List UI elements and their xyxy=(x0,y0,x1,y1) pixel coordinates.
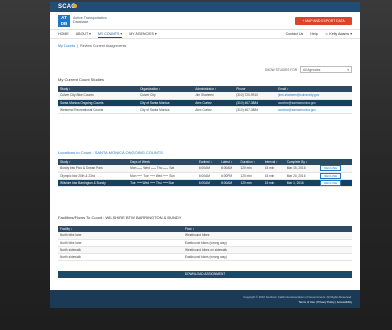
study-admin: Alex Cortez xyxy=(193,106,235,114)
breadcrumb-separator: | xyxy=(77,44,79,48)
location-latest: 6:00PM xyxy=(219,172,239,180)
study-org: Culver City xyxy=(137,92,194,100)
nav-home[interactable]: HOME xyxy=(58,32,69,38)
agency-select-value: All Agencies xyxy=(303,68,321,72)
breadcrumb-current: Review Current Assignments xyxy=(80,44,127,48)
location-name: Wilshire btw Barrington & Bundy xyxy=(58,179,129,187)
facility-flow: Eastbound bikes (wrong way) xyxy=(183,253,352,261)
table-row: North sidewalk Eastbound bikes (wrong wa… xyxy=(58,253,352,261)
studies-table: Study ↕ Organization ↕ Administrator ↕ P… xyxy=(58,86,352,114)
location-days: Mon Tue Wed Sun xyxy=(128,172,197,180)
table-row[interactable]: Olympic btw 20th & 23rd Mon Tue Wed Sun 6:0… xyxy=(58,172,352,180)
download-assignment-button[interactable]: DOWNLOAD ASSIGNMENT xyxy=(58,271,352,278)
study-phone: (310) 467-3884 xyxy=(234,106,277,114)
brand-name: Active Transportation Database xyxy=(73,16,107,24)
atdb-logo-icon[interactable]: AT DB xyxy=(58,15,70,27)
table-row-selected[interactable]: Wilshire btw Barrington & Bundy Tue Wed Th… xyxy=(58,179,352,187)
location-complete-by: Mar 1, 2016 xyxy=(284,179,319,187)
main-nav: HOME ABOUT ▾ MY COUNTS ▾ MY AGENCIES ▾ C… xyxy=(50,30,360,39)
nav-my-counts[interactable]: MY COUNTS ▾ xyxy=(97,32,123,38)
study-admin: Alex Cortez xyxy=(193,99,235,107)
location-days: Mon Wed Thu Sat xyxy=(128,165,197,173)
facility-name: North bike lane xyxy=(58,232,183,240)
location-name: Bundy btw Pico & Ocean Park xyxy=(58,165,129,173)
footer-copyright: Copyright © 2016 Southern California Ass… xyxy=(243,295,352,299)
location-interval: 15 min xyxy=(262,179,285,187)
location-name: Olympic btw 20th & 23rd xyxy=(58,172,129,180)
table-row[interactable]: Culver City Bike Counts Culver City Jim … xyxy=(58,92,352,100)
study-admin: Jim Shaheen xyxy=(193,92,235,100)
chevron-down-icon: ▾ xyxy=(347,68,349,72)
study-org: City of Santa Monica xyxy=(137,106,194,114)
table-row[interactable]: Bundy btw Pico & Ocean Park Mon Wed Thu Sat… xyxy=(58,165,352,173)
facility-flow: Eastbound bikes (wrong way) xyxy=(183,239,352,247)
facility-flow: Westbound bikes xyxy=(183,232,352,240)
facility-name: North sidewalk xyxy=(58,253,183,261)
top-bar: SCAG xyxy=(50,2,360,12)
location-earliest: 6:00AM xyxy=(196,172,220,180)
logo-dot-icon xyxy=(73,4,77,8)
nav-about[interactable]: ABOUT ▾ xyxy=(76,32,91,38)
location-latest: 8:00AM xyxy=(219,179,239,187)
study-name: Weekend Recreational Counts xyxy=(58,106,138,114)
facility-name: North bike lane xyxy=(58,239,183,247)
decline-button[interactable]: DECLINE xyxy=(320,179,342,186)
table-row[interactable]: Weekend Recreational Counts City of Sant… xyxy=(58,106,352,114)
brand-bar: AT DB Active Transportation Database + M… xyxy=(50,12,360,30)
location-duration: 120 min xyxy=(238,179,263,187)
table-row: North sidewalk Westbound bikes on sidewa… xyxy=(58,246,352,254)
agency-select[interactable]: All Agencies ▾ xyxy=(300,66,352,73)
location-interval: 15 min xyxy=(262,172,285,180)
study-org: City of Santa Monica xyxy=(137,99,194,107)
map-export-button[interactable]: + MAP AND EXPORT DATA xyxy=(295,17,352,25)
facilities-table: Facility ↕ Flow ↕ North bike lane Westbo… xyxy=(58,226,352,261)
table-row: North bike lane Westbound bikes xyxy=(58,232,352,240)
nav-help[interactable]: Help xyxy=(310,32,317,36)
location-earliest: 6:00AM xyxy=(196,165,220,173)
agency-filter: SHOW STUDIES FOR All Agencies ▾ xyxy=(265,66,352,73)
studies-title: My Current Count Studies xyxy=(58,77,105,82)
study-phone: (310) 467-3884 xyxy=(234,99,277,107)
locations-title: Locations to Count : SANTA MONICA ONGOIN… xyxy=(58,150,163,155)
study-email[interactable]: jims.shaheen@culvercity.gov xyxy=(276,92,352,100)
breadcrumb: My Counts | Review Current Assignments xyxy=(58,44,126,48)
location-earliest: 6:00AM xyxy=(196,179,220,187)
study-phone: (310) 720-9910 xyxy=(234,92,277,100)
footer: Copyright © 2016 Southern California Ass… xyxy=(50,290,360,308)
location-days: Tue Wed Thu Sun xyxy=(128,179,197,187)
location-interval: 15 min xyxy=(262,165,285,173)
table-row-selected[interactable]: Santa Monica Ongoing Counts City of Sant… xyxy=(58,99,352,107)
footer-links[interactable]: Terms of Use | Privacy Policy | Accessib… xyxy=(298,300,352,304)
location-duration: 120 min xyxy=(238,172,263,180)
decline-button[interactable]: DECLINE xyxy=(320,165,342,172)
facility-name: North sidewalk xyxy=(58,246,183,254)
location-latest: 8:00AM xyxy=(219,165,239,173)
table-row: North bike lane Eastbound bikes (wrong w… xyxy=(58,239,352,247)
decline-button[interactable]: DECLINE xyxy=(320,172,342,179)
location-complete-by: Mar 15, 2016 xyxy=(284,165,319,173)
facility-flow: Westbound bikes on sidewalk xyxy=(183,246,352,254)
location-complete-by: Mar 20, 2016 xyxy=(284,172,319,180)
decline-cell: DECLINE xyxy=(318,172,352,180)
study-email[interactable]: acortez@santamonica.gov xyxy=(276,106,352,114)
breadcrumb-my-counts[interactable]: My Counts xyxy=(58,44,75,48)
nav-contact[interactable]: Contact Us xyxy=(286,32,304,36)
agency-filter-label: SHOW STUDIES FOR xyxy=(264,67,297,72)
study-email[interactable]: acortez@santamonica.gov xyxy=(276,99,352,107)
nav-my-agencies[interactable]: MY AGENCIES ▾ xyxy=(129,32,157,38)
user-menu[interactable]: ☺ Kelly Adams ▾ xyxy=(325,32,352,36)
locations-table: Study ↕ Days of Week Earliest ↕ Latest ↕… xyxy=(58,159,352,187)
study-name: Santa Monica Ongoing Counts xyxy=(58,99,138,107)
location-duration: 120 min xyxy=(238,165,263,173)
decline-cell: DECLINE xyxy=(318,179,352,187)
facilities-title: Facilities/Flows To Count : WILSHIRE BTW… xyxy=(58,215,182,220)
decline-cell: DECLINE xyxy=(318,165,352,173)
app-screen: SCAG AT DB Active Transportation Databas… xyxy=(50,2,360,308)
study-name: Culver City Bike Counts xyxy=(58,92,138,100)
